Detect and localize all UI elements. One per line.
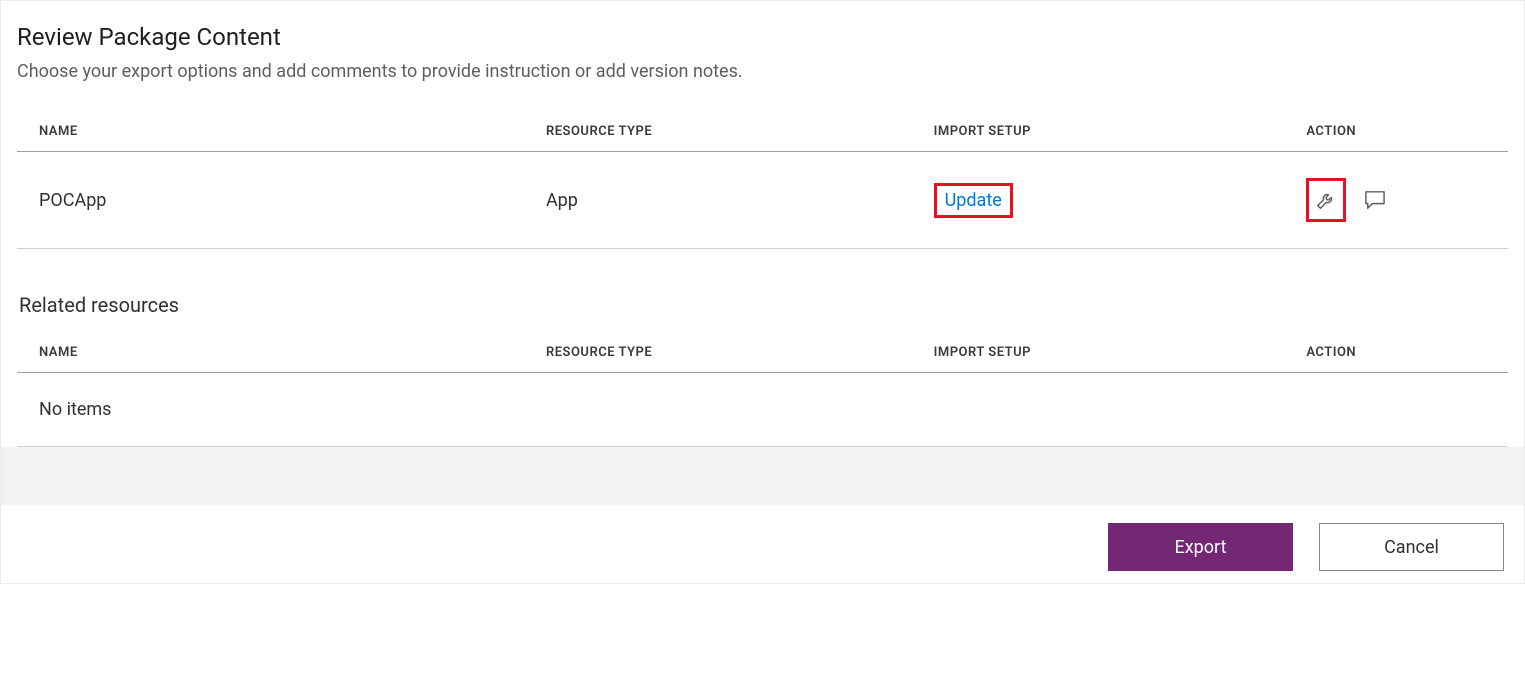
- related-resources-table: NAME RESOURCE TYPE IMPORT SETUP ACTION N…: [17, 333, 1508, 447]
- empty-text: No items: [17, 373, 1508, 447]
- col-import-setup: IMPORT SETUP: [912, 112, 1285, 152]
- comment-icon[interactable]: [1360, 185, 1390, 215]
- related-resources-heading: Related resources: [19, 293, 1508, 317]
- row-actions: [1306, 178, 1486, 222]
- col-action: ACTION: [1284, 333, 1508, 373]
- package-table: NAME RESOURCE TYPE IMPORT SETUP ACTION P…: [17, 112, 1508, 249]
- cell-name: POCApp: [17, 152, 524, 249]
- cell-action: [1284, 152, 1508, 249]
- cell-resource-type: App: [524, 152, 912, 249]
- col-action: ACTION: [1284, 112, 1508, 152]
- review-package-panel: Review Package Content Choose your expor…: [0, 0, 1525, 584]
- col-import-setup: IMPORT SETUP: [912, 333, 1285, 373]
- footer-spacer: [1, 447, 1524, 505]
- panel-title: Review Package Content: [17, 23, 1508, 51]
- package-table-header-row: NAME RESOURCE TYPE IMPORT SETUP ACTION: [17, 112, 1508, 152]
- col-name: NAME: [17, 333, 524, 373]
- wrench-icon[interactable]: [1306, 178, 1346, 222]
- col-resource-type: RESOURCE TYPE: [524, 112, 912, 152]
- panel-subtitle: Choose your export options and add comme…: [17, 61, 1508, 82]
- col-resource-type: RESOURCE TYPE: [524, 333, 912, 373]
- table-row: POCApp App Update: [17, 152, 1508, 249]
- col-name: NAME: [17, 112, 524, 152]
- button-row: Export Cancel: [17, 505, 1508, 583]
- cell-import-setup: Update: [912, 152, 1285, 249]
- related-table-header-row: NAME RESOURCE TYPE IMPORT SETUP ACTION: [17, 333, 1508, 373]
- export-button[interactable]: Export: [1108, 523, 1293, 571]
- import-setup-link[interactable]: Update: [934, 183, 1013, 218]
- empty-row: No items: [17, 373, 1508, 447]
- cancel-button[interactable]: Cancel: [1319, 523, 1504, 571]
